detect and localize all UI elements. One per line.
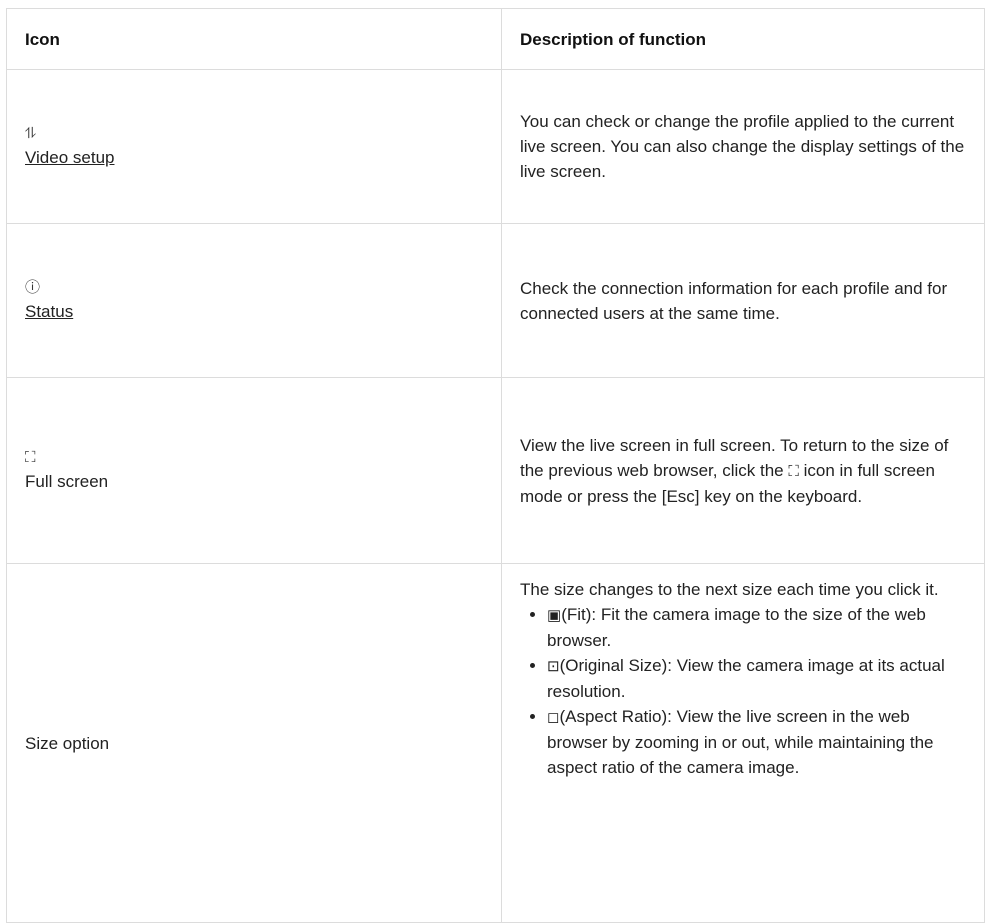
aspect-ratio-description: (Aspect Ratio): View the live screen in … xyxy=(547,707,934,777)
header-description: Description of function xyxy=(501,8,985,70)
icon-cell: Size option xyxy=(6,563,502,923)
icon-cell: ⛶ Full screen xyxy=(6,377,502,564)
size-option-intro: The size changes to the next size each t… xyxy=(520,580,939,599)
video-setup-link[interactable]: Video setup xyxy=(25,148,114,167)
function-table-container: Icon Description of function ⥮ Video set… xyxy=(6,8,985,923)
description-cell: The size changes to the next size each t… xyxy=(501,563,985,923)
list-item: ▣(Fit): Fit the camera image to the size… xyxy=(547,602,970,653)
list-item: ⊡(Original Size): View the camera image … xyxy=(547,653,970,704)
table-header-row: Icon Description of function xyxy=(6,8,985,70)
table-row: ⥮ Video setup You can check or change th… xyxy=(6,69,985,224)
icon-cell: ⓘ Status xyxy=(6,223,502,378)
table-row: Size option The size changes to the next… xyxy=(6,563,985,923)
fit-icon: ▣ xyxy=(547,607,562,624)
aspect-ratio-icon: ◻ xyxy=(547,709,560,726)
full-screen-label: Full screen xyxy=(25,472,109,491)
sliders-icon: ⥮ xyxy=(25,125,36,142)
size-options-list: ▣(Fit): Fit the camera image to the size… xyxy=(520,602,970,780)
table-row: ⛶ Full screen View the live screen in fu… xyxy=(6,377,985,564)
info-circle-icon: ⓘ xyxy=(25,279,41,296)
description-cell: View the live screen in full screen. To … xyxy=(501,377,985,564)
fullscreen-icon: ⛶ xyxy=(25,449,36,466)
original-size-icon: ⊡ xyxy=(547,658,560,675)
size-option-label: Size option xyxy=(25,733,110,753)
description-cell: You can check or change the profile appl… xyxy=(501,69,985,224)
original-size-description: (Original Size): View the camera image a… xyxy=(547,656,945,701)
status-link[interactable]: Status xyxy=(25,302,73,321)
list-item: ◻(Aspect Ratio): View the live screen in… xyxy=(547,704,970,780)
fullscreen-icon: ⛶ xyxy=(788,462,799,480)
header-icon: Icon xyxy=(6,8,502,70)
fit-description: (Fit): Fit the camera image to the size … xyxy=(547,605,926,650)
table-row: ⓘ Status Check the connection informatio… xyxy=(6,223,985,378)
function-table: Icon Description of function ⥮ Video set… xyxy=(6,8,985,923)
description-cell: Check the connection information for eac… xyxy=(501,223,985,378)
icon-cell: ⥮ Video setup xyxy=(6,69,502,224)
